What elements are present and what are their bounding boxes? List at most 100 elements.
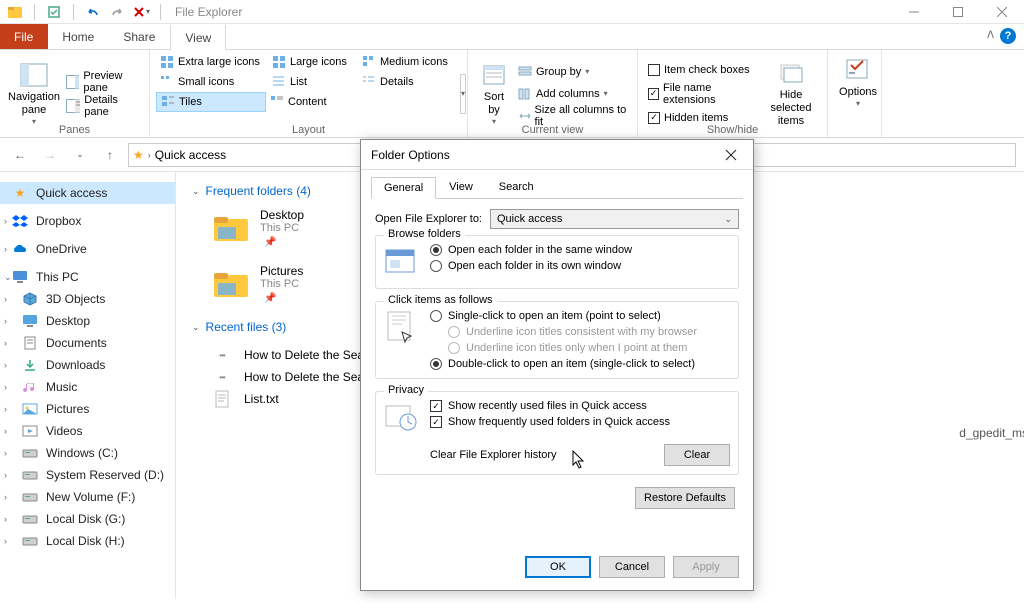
radio-icon — [448, 342, 460, 354]
tab-file[interactable]: File — [0, 24, 48, 49]
underline-point-radio: Underline icon titles only when I point … — [430, 342, 730, 354]
details-pane-button[interactable]: Details pane — [62, 96, 143, 116]
collapse-ribbon-icon[interactable]: ᐱ — [987, 30, 994, 41]
sidebar-item[interactable]: ›Pictures — [0, 398, 175, 420]
checkbox-icon — [648, 112, 660, 124]
browse-same-window-radio[interactable]: Open each folder in the same window — [430, 244, 730, 256]
nav-recent-button[interactable]: ⌄ — [68, 143, 92, 167]
chevron-icon: › — [4, 492, 7, 502]
dialog-tab-view[interactable]: View — [436, 176, 486, 198]
close-button[interactable] — [980, 0, 1024, 24]
show-recent-files-checkbox[interactable]: Show recently used files in Quick access — [430, 400, 730, 412]
sidebar-quick-access[interactable]: ★ Quick access — [0, 182, 175, 204]
size-columns-icon — [518, 110, 531, 122]
sidebar-item[interactable]: ›New Volume (F:) — [0, 486, 175, 508]
preview-pane-button[interactable]: Preview pane — [62, 72, 143, 92]
open-explorer-select[interactable]: Quick access ⌄ — [490, 209, 739, 229]
item-icon — [22, 511, 38, 527]
minimize-button[interactable] — [892, 0, 936, 24]
breadcrumb-location: Quick access — [155, 148, 226, 162]
sidebar-item[interactable]: ›Videos — [0, 420, 175, 442]
item-icon — [22, 401, 38, 417]
sort-by-button[interactable]: Sort by ▾ — [474, 52, 514, 135]
double-click-radio[interactable]: Double-click to open an item (single-cli… — [430, 358, 730, 370]
sidebar-item[interactable]: ›3D Objects — [0, 288, 175, 310]
sidebar-item[interactable]: ›Local Disk (H:) — [0, 530, 175, 552]
apply-button[interactable]: Apply — [673, 556, 739, 578]
hide-selected-items-button[interactable]: Hide selected items — [761, 52, 821, 135]
single-click-radio[interactable]: Single-click to open an item (point to s… — [430, 310, 730, 322]
browse-own-window-radio[interactable]: Open each folder in its own window — [430, 260, 730, 272]
layout-tiles[interactable]: Tiles — [156, 92, 266, 112]
tab-home[interactable]: Home — [48, 24, 109, 49]
item-icon — [22, 335, 38, 351]
size-all-columns-button[interactable]: Size all columns to fit — [514, 106, 631, 126]
layout-details[interactable]: Details — [358, 72, 456, 92]
dialog-tab-general[interactable]: General — [371, 177, 436, 199]
nav-up-button[interactable]: ↑ — [98, 143, 122, 167]
sidebar-item[interactable]: ›Documents — [0, 332, 175, 354]
chevron-icon: › — [4, 426, 7, 436]
sidebar-item[interactable]: ›Windows (C:) — [0, 442, 175, 464]
restore-defaults-button[interactable]: Restore Defaults — [635, 487, 735, 509]
nav-tree: ★ Quick access › Dropbox › OneDrive ⌄ Th… — [0, 172, 176, 599]
sidebar-item[interactable]: ›Local Disk (G:) — [0, 508, 175, 530]
chevron-down-icon: ⌄ — [724, 214, 732, 225]
help-icon[interactable]: ? — [1000, 28, 1016, 44]
list-icon — [272, 75, 286, 89]
sidebar-dropbox[interactable]: › Dropbox — [0, 210, 175, 232]
ok-button[interactable]: OK — [525, 556, 591, 578]
content-icon — [270, 95, 284, 109]
qat-delete-icon[interactable]: ▾ — [130, 2, 152, 22]
layout-small-icons[interactable]: Small icons — [156, 72, 268, 92]
item-check-boxes-toggle[interactable]: Item check boxes — [644, 60, 761, 80]
qat-undo-icon[interactable] — [82, 2, 104, 22]
window-controls — [892, 0, 1024, 24]
show-frequent-folders-checkbox[interactable]: Show frequently used folders in Quick ac… — [430, 416, 730, 428]
qat-properties-icon[interactable] — [43, 2, 65, 22]
item-icon — [22, 489, 38, 505]
tab-share[interactable]: Share — [109, 24, 170, 49]
maximize-button[interactable] — [936, 0, 980, 24]
navigation-pane-button[interactable]: Navigation pane ▾ — [6, 52, 62, 135]
dialog-tabs: General View Search — [371, 176, 743, 199]
sidebar-item[interactable]: ›Desktop — [0, 310, 175, 332]
tiles-icon — [161, 95, 175, 109]
browse-folders-icon — [384, 244, 420, 280]
options-button[interactable]: Options ▾ — [834, 52, 882, 113]
nav-back-button[interactable]: ← — [8, 143, 32, 167]
click-items-icon — [384, 310, 420, 346]
underline-consistent-radio: Underline icon titles consistent with my… — [430, 326, 730, 338]
layout-content[interactable]: Content — [266, 92, 356, 112]
icons-icon — [272, 55, 286, 69]
layout-more-button[interactable]: ▾ — [460, 74, 466, 114]
add-columns-button[interactable]: Add columns▾ — [514, 84, 631, 104]
icons-icon — [160, 75, 174, 89]
clear-button[interactable]: Clear — [664, 444, 730, 466]
sidebar-this-pc[interactable]: ⌄ This PC — [0, 266, 175, 288]
cancel-button[interactable]: Cancel — [599, 556, 665, 578]
layout-extra-large-icons[interactable]: Extra large icons — [156, 52, 268, 72]
title-bar: ▾ File Explorer — [0, 0, 1024, 24]
file-icon — [212, 391, 232, 407]
sidebar-item[interactable]: ›Downloads — [0, 354, 175, 376]
layout-list[interactable]: List — [268, 72, 358, 92]
group-by-button[interactable]: Group by▾ — [514, 62, 631, 82]
layout-large-icons[interactable]: Large icons — [268, 52, 358, 72]
sidebar-item[interactable]: ›System Reserved (D:) — [0, 464, 175, 486]
tab-view[interactable]: View — [170, 25, 226, 50]
dialog-title-bar: Folder Options — [361, 140, 753, 170]
sidebar-item[interactable]: ›Music — [0, 376, 175, 398]
nav-forward-button[interactable]: → — [38, 143, 62, 167]
dialog-tab-search[interactable]: Search — [486, 176, 547, 198]
fieldset-legend: Click items as follows — [384, 294, 497, 306]
ribbon-group-current-view: Sort by ▾ Group by▾ Add columns▾ Size al… — [468, 50, 638, 137]
click-items-fieldset: Click items as follows Single-click to o… — [375, 301, 739, 379]
file-name-extensions-toggle[interactable]: File name extensions — [644, 84, 761, 104]
dialog-close-button[interactable] — [719, 143, 743, 167]
layout-medium-icons[interactable]: Medium icons — [358, 52, 456, 72]
folder-options-dialog: Folder Options General View Search Open … — [360, 139, 754, 591]
sidebar-onedrive[interactable]: › OneDrive — [0, 238, 175, 260]
ribbon: Navigation pane ▾ Preview pane Details p… — [0, 50, 1024, 138]
qat-redo-icon[interactable] — [106, 2, 128, 22]
